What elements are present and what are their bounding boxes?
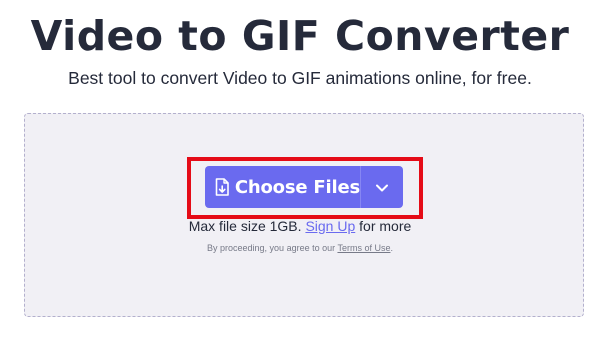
terms-suffix: . <box>390 243 393 253</box>
file-add-icon <box>213 176 231 198</box>
max-file-size-note: Max file size 1GB. Sign Up for more <box>0 216 600 236</box>
page: Video to GIF Converter Best tool to conv… <box>0 0 600 338</box>
page-subtitle: Best tool to convert Video to GIF animat… <box>68 68 532 88</box>
sign-up-link[interactable]: Sign Up <box>305 218 355 234</box>
chevron-down-icon <box>375 178 389 197</box>
page-title: Video to GIF Converter <box>30 12 570 60</box>
choose-files-button-group: Choose Files <box>205 166 403 208</box>
terms-note: By proceeding, you agree to our Terms of… <box>0 241 600 255</box>
choose-files-label: Choose Files <box>234 176 360 198</box>
choose-files-button[interactable]: Choose Files <box>205 166 360 208</box>
max-size-prefix: Max file size 1GB. <box>188 218 302 234</box>
terms-prefix: By proceeding, you agree to our <box>207 243 336 253</box>
terms-of-use-link[interactable]: Terms of Use <box>337 243 390 253</box>
max-size-suffix: for more <box>359 218 412 234</box>
choose-files-dropdown-button[interactable] <box>361 166 403 208</box>
